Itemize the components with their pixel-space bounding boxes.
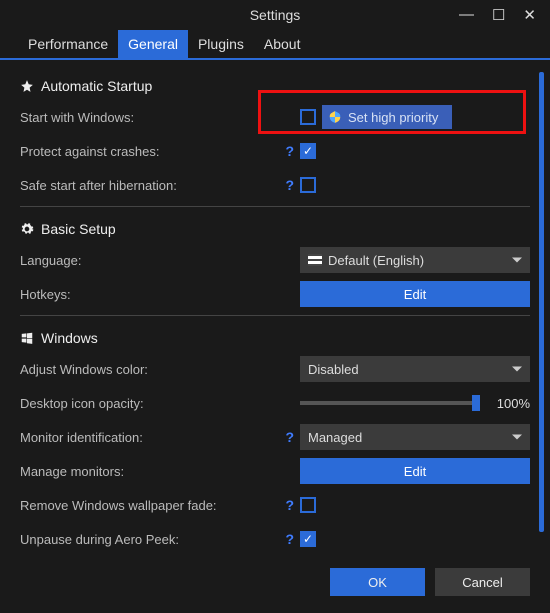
label-safe-start: Safe start after hibernation:	[20, 178, 280, 193]
label-manage-monitors: Manage monitors:	[20, 464, 280, 479]
chevron-down-icon	[512, 367, 522, 372]
dropdown-monitor-id[interactable]: Managed	[300, 424, 530, 450]
help-icon[interactable]: ?	[280, 497, 300, 513]
checkbox-protect-crashes[interactable]	[300, 143, 316, 159]
star-icon	[20, 79, 34, 93]
label-adjust-color: Adjust Windows color:	[20, 362, 280, 377]
section-automatic-startup: Automatic Startup	[20, 68, 530, 100]
gear-icon	[20, 222, 34, 236]
help-icon[interactable]: ?	[280, 429, 300, 445]
maximize-button[interactable]: ☐	[492, 6, 505, 24]
section-title: Basic Setup	[41, 221, 116, 237]
row-start-with-windows: Start with Windows: Set high priority	[20, 100, 530, 134]
dropdown-adjust-color[interactable]: Disabled	[300, 356, 530, 382]
row-hotkeys: Hotkeys: Edit	[20, 277, 530, 311]
section-title: Automatic Startup	[41, 78, 152, 94]
row-safe-start: Safe start after hibernation: ?	[20, 168, 530, 202]
row-icon-opacity: Desktop icon opacity: 100%	[20, 386, 530, 420]
row-language: Language: Default (English)	[20, 243, 530, 277]
label-monitor-id: Monitor identification:	[20, 430, 280, 445]
section-title: Windows	[41, 330, 98, 346]
label-hotkeys: Hotkeys:	[20, 287, 280, 302]
checkbox-remove-fade[interactable]	[300, 497, 316, 513]
set-high-priority-label: Set high priority	[348, 110, 438, 125]
row-protect-crashes: Protect against crashes: ?	[20, 134, 530, 168]
shield-icon	[328, 110, 342, 124]
dropdown-language-value: Default (English)	[328, 253, 424, 268]
settings-content: Automatic Startup Start with Windows: Se…	[0, 60, 550, 556]
windows-icon	[20, 331, 34, 345]
tab-plugins[interactable]: Plugins	[188, 30, 254, 58]
tab-bar: Performance General Plugins About	[0, 30, 550, 60]
dropdown-adjust-color-value: Disabled	[308, 362, 359, 377]
tab-about[interactable]: About	[254, 30, 311, 58]
help-icon[interactable]: ?	[280, 143, 300, 159]
tab-performance[interactable]: Performance	[18, 30, 118, 58]
label-protect-crashes: Protect against crashes:	[20, 144, 280, 159]
slider-thumb[interactable]	[472, 395, 480, 411]
window-controls: — ☐ ✕	[459, 0, 550, 24]
slider-icon-opacity[interactable]	[300, 401, 480, 405]
row-monitor-id: Monitor identification: ? Managed	[20, 420, 530, 454]
label-language: Language:	[20, 253, 280, 268]
row-remove-fade: Remove Windows wallpaper fade: ?	[20, 488, 530, 522]
set-high-priority[interactable]: Set high priority	[322, 105, 452, 129]
chevron-down-icon	[512, 435, 522, 440]
cancel-button[interactable]: Cancel	[435, 568, 530, 596]
section-windows: Windows	[20, 320, 530, 352]
ok-button[interactable]: OK	[330, 568, 425, 596]
slider-value: 100%	[490, 396, 530, 411]
checkbox-start-with-windows[interactable]	[300, 109, 316, 125]
checkbox-unpause-peek[interactable]	[300, 531, 316, 547]
divider	[20, 315, 530, 316]
chevron-down-icon	[512, 258, 522, 263]
row-manage-monitors: Manage monitors: Edit	[20, 454, 530, 488]
section-basic-setup: Basic Setup	[20, 211, 530, 243]
label-icon-opacity: Desktop icon opacity:	[20, 396, 280, 411]
tab-general[interactable]: General	[118, 30, 188, 58]
label-remove-fade: Remove Windows wallpaper fade:	[20, 498, 280, 513]
checkbox-safe-start[interactable]	[300, 177, 316, 193]
flag-icon	[308, 254, 322, 266]
help-icon[interactable]: ?	[280, 177, 300, 193]
close-button[interactable]: ✕	[523, 6, 536, 24]
label-unpause-peek: Unpause during Aero Peek:	[20, 532, 280, 547]
row-adjust-color: Adjust Windows color: Disabled	[20, 352, 530, 386]
divider	[20, 206, 530, 207]
edit-monitors-button[interactable]: Edit	[300, 458, 530, 484]
dropdown-monitor-id-value: Managed	[308, 430, 362, 445]
scrollbar[interactable]	[539, 72, 544, 532]
dropdown-language[interactable]: Default (English)	[300, 247, 530, 273]
label-start-with-windows: Start with Windows:	[20, 110, 280, 125]
edit-hotkeys-button[interactable]: Edit	[300, 281, 530, 307]
help-icon[interactable]: ?	[280, 531, 300, 547]
row-unpause-peek: Unpause during Aero Peek: ?	[20, 522, 530, 556]
window-title: Settings	[250, 7, 301, 23]
dialog-footer: OK Cancel	[0, 556, 550, 596]
title-bar: Settings — ☐ ✕	[0, 0, 550, 30]
minimize-button[interactable]: —	[459, 6, 474, 24]
